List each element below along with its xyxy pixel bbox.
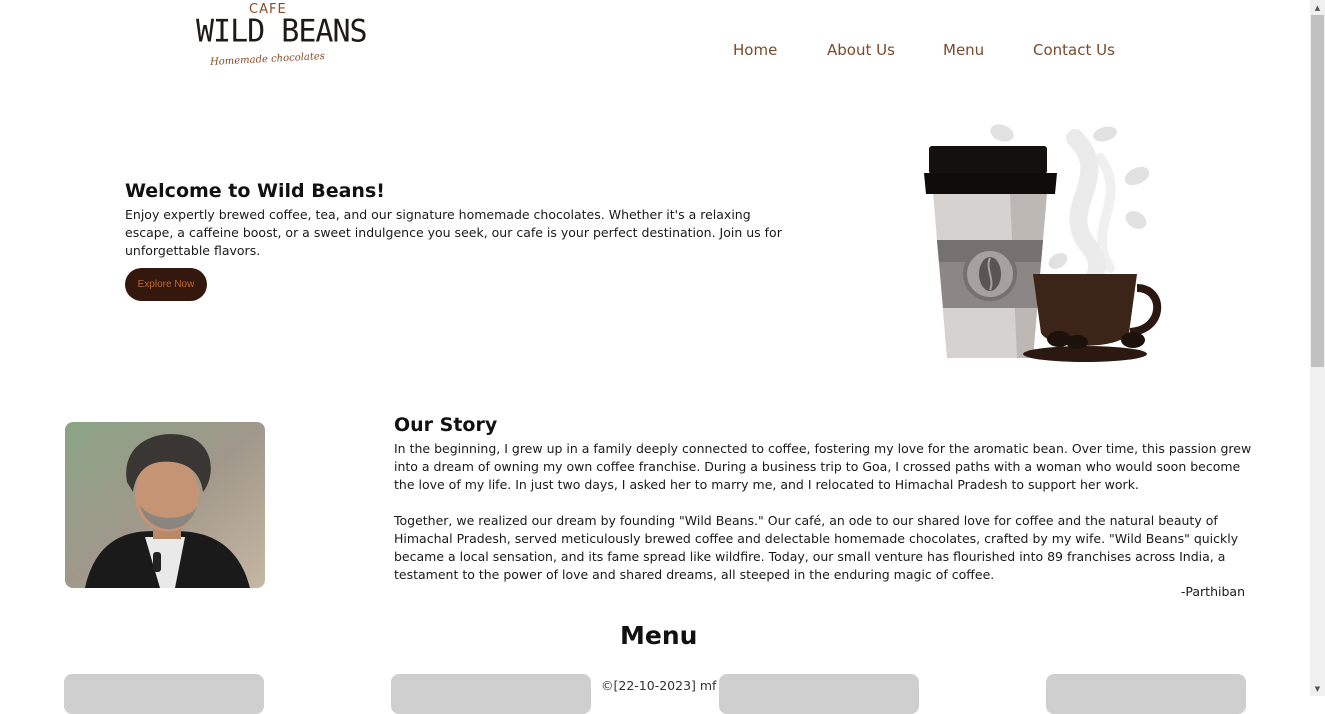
story-paragraph-2: Together, we realized our dream by found…: [394, 513, 1239, 582]
nav-menu-link[interactable]: Menu: [943, 41, 984, 59]
nav-contact-link[interactable]: Contact Us: [1033, 41, 1115, 59]
menu-card[interactable]: [391, 674, 591, 714]
coffee-cups-illustration-icon: [924, 124, 1162, 362]
logo-tagline: Homemade chocolates: [209, 50, 326, 69]
logo-main-text: WILD BEANS: [196, 13, 368, 50]
story-body: In the beginning, I grew up in a family …: [394, 440, 1254, 602]
owner-photo-icon: [65, 422, 265, 588]
owner-portrait: [65, 422, 265, 588]
menu-card[interactable]: [64, 674, 264, 714]
nav-about-link[interactable]: About Us: [827, 41, 895, 59]
scroll-up-arrow-icon[interactable]: ▲: [1310, 0, 1325, 15]
story-paragraph-1: In the beginning, I grew up in a family …: [394, 441, 1252, 492]
story-signature: -Parthiban: [1180, 584, 1245, 599]
menu-section-title: Menu: [620, 621, 698, 650]
menu-card[interactable]: [719, 674, 919, 714]
scroll-down-arrow-icon[interactable]: ▼: [1310, 681, 1325, 696]
footer-copyright: ©[22-10-2023] mf: [599, 678, 719, 693]
explore-now-button[interactable]: Explore Now: [125, 268, 207, 301]
scrollbar-thumb[interactable]: [1311, 15, 1324, 367]
hero-title: Welcome to Wild Beans!: [125, 180, 385, 202]
story-title: Our Story: [394, 414, 498, 436]
hero-description: Enjoy expertly brewed coffee, tea, and o…: [125, 207, 782, 258]
nav-home-link[interactable]: Home: [733, 41, 777, 59]
menu-card[interactable]: [1046, 674, 1246, 714]
